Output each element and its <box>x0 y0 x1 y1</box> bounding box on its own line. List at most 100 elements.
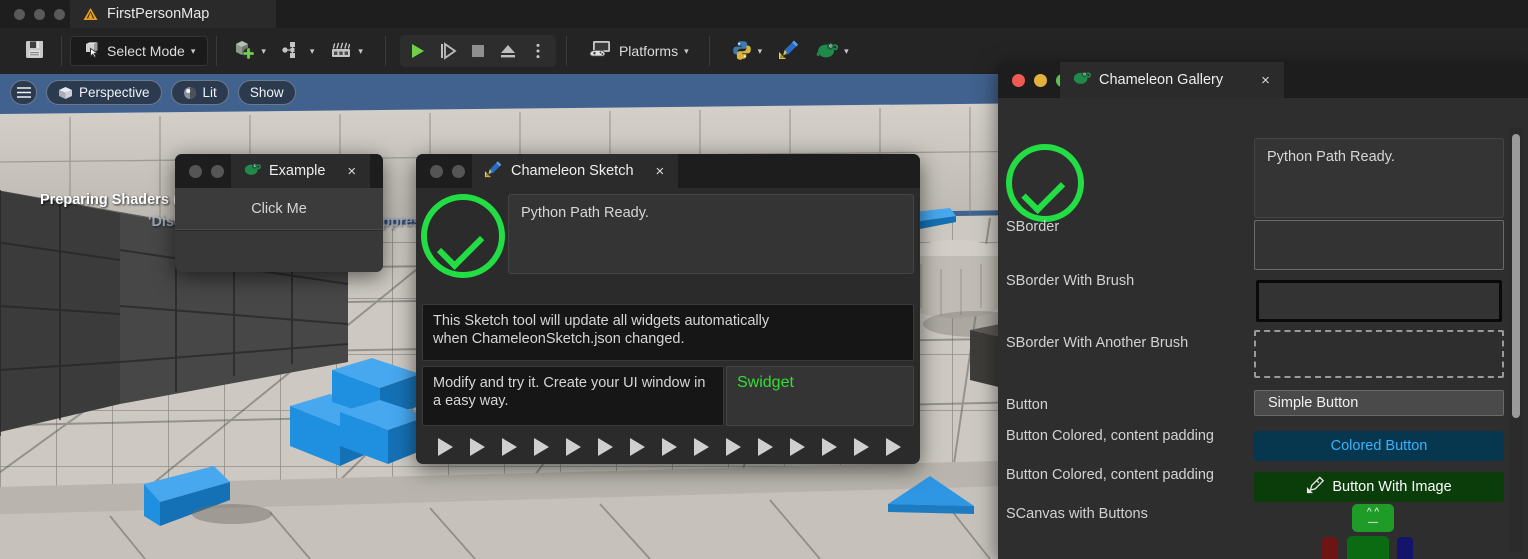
gallery-traffic-lights[interactable] <box>998 73 1069 87</box>
viewport-menu-button[interactable] <box>10 80 37 105</box>
chameleon-button[interactable]: ▾ <box>808 36 857 66</box>
add-actor-button[interactable]: ▾ <box>225 36 274 66</box>
play-triangle-icon[interactable] <box>598 438 613 456</box>
example-window-body: Click Me <box>175 188 383 272</box>
sketch-window-tab[interactable]: Chameleon Sketch × <box>472 154 679 188</box>
row-label-sborder: SBorder <box>1006 219 1060 235</box>
blueprints-icon <box>282 41 304 62</box>
example-window[interactable]: Example × Click Me <box>175 154 383 272</box>
stop-icon <box>471 45 484 57</box>
bordered-box-widget <box>1254 220 1504 270</box>
chevron-down-icon: ▾ <box>684 45 689 56</box>
triangle-row-1 <box>422 430 914 456</box>
play-triangle-icon[interactable] <box>758 438 773 456</box>
eject-button[interactable] <box>493 37 523 65</box>
platforms-gamepad-icon <box>589 40 613 62</box>
show-button[interactable]: Show <box>237 80 296 105</box>
perspective-button[interactable]: Perspective <box>46 80 162 105</box>
chameleon-gallery-window[interactable]: Chameleon Gallery × SBorder SBorder With… <box>998 62 1528 559</box>
example-window-tab[interactable]: Example × <box>231 154 371 188</box>
play-triangle-icon[interactable] <box>534 438 549 456</box>
maximize-dot[interactable] <box>211 164 224 178</box>
minimize-dot[interactable] <box>430 164 443 178</box>
gallery-window-tab[interactable]: Chameleon Gallery × <box>1060 62 1284 98</box>
step-forward-button[interactable] <box>433 37 463 65</box>
minimize-dot[interactable] <box>189 164 202 178</box>
tab-title: FirstPersonMap <box>107 6 210 22</box>
gallery-window-title-bar[interactable]: Chameleon Gallery × <box>998 62 1528 98</box>
play-triangle-icon[interactable] <box>630 438 645 456</box>
play-triangle-icon[interactable] <box>662 438 677 456</box>
close-dot[interactable] <box>1012 73 1025 87</box>
click-me-button[interactable]: Click Me <box>175 188 383 230</box>
example-window-title-bar[interactable]: Example × <box>175 154 383 188</box>
more-options-button[interactable] <box>523 37 553 65</box>
colored-button[interactable]: Colored Button <box>1254 431 1504 461</box>
chameleon-sketch-icon <box>484 160 503 183</box>
figure-left-arm-button[interactable] <box>1322 537 1338 559</box>
maximize-dot[interactable] <box>34 8 45 20</box>
play-triangle-icon[interactable] <box>694 438 709 456</box>
row-label-button: Button <box>1006 397 1048 413</box>
close-icon[interactable]: × <box>347 163 356 180</box>
chameleon-icon <box>243 161 261 182</box>
gallery-window-title: Chameleon Gallery <box>1099 72 1224 88</box>
app-title-bar: FirstPersonMap <box>0 0 1528 28</box>
perspective-cube-icon <box>59 86 72 99</box>
sketch-window-title-bar[interactable]: Chameleon Sketch × <box>416 154 920 188</box>
close-icon[interactable]: × <box>656 163 665 180</box>
description-text: This Sketch tool will update all widgets… <box>433 313 770 347</box>
play-triangle-icon[interactable] <box>470 438 485 456</box>
chameleon-sketch-button[interactable] <box>770 36 808 66</box>
lit-button[interactable]: Lit <box>170 80 229 105</box>
chevron-down-icon: ▾ <box>190 45 196 56</box>
platforms-button[interactable]: Platforms ▾ <box>581 36 697 66</box>
image-button[interactable]: Button With Image <box>1254 472 1504 502</box>
cinematics-button[interactable]: ▾ <box>322 36 371 66</box>
close-dot[interactable] <box>54 8 65 20</box>
maximize-dot[interactable] <box>452 164 465 178</box>
example-window-title: Example <box>269 163 326 179</box>
figure-head-button[interactable]: ^ ^ — <box>1352 504 1394 532</box>
eject-icon <box>500 45 515 58</box>
toolbar-divider-5 <box>708 36 710 66</box>
minimize-dot[interactable] <box>1034 73 1047 87</box>
minimize-dot[interactable] <box>14 8 25 20</box>
play-triangle-icon[interactable] <box>438 438 453 456</box>
play-triangle-icon[interactable] <box>566 438 581 456</box>
green-check-circle-icon <box>1006 144 1084 222</box>
close-icon[interactable]: × <box>1261 72 1270 89</box>
chameleon-sketch-window[interactable]: Chameleon Sketch × Python Path Ready. Th… <box>416 154 920 464</box>
chameleon-icon <box>1072 69 1091 91</box>
simple-button-label: Simple Button <box>1268 395 1359 411</box>
toolbar-divider <box>61 36 62 66</box>
play-icon <box>411 44 424 58</box>
level-tab[interactable]: FirstPersonMap <box>70 0 276 28</box>
swidget-label: Swidget <box>737 374 794 391</box>
select-mode-button[interactable]: Select Mode ▾ <box>70 36 209 66</box>
hint-left-text: Modify and try it. Create your UI window… <box>433 375 706 409</box>
play-triangle-icon[interactable] <box>502 438 517 456</box>
simple-button[interactable]: Simple Button <box>1254 390 1504 416</box>
status-text: Python Path Ready. <box>521 205 649 221</box>
chameleon-icon <box>816 40 839 63</box>
play-button[interactable] <box>403 37 433 65</box>
lit-sphere-icon <box>183 86 196 99</box>
play-triangle-icon[interactable] <box>822 438 837 456</box>
blueprints-button[interactable]: ▾ <box>274 36 323 66</box>
vertical-scrollbar-thumb[interactable] <box>1512 134 1520 418</box>
figure-body-button[interactable] <box>1347 536 1389 559</box>
window-traffic-lights[interactable] <box>8 0 65 28</box>
figure-right-arm-button[interactable] <box>1397 537 1413 559</box>
toolbar-divider-2 <box>216 36 218 66</box>
stop-button[interactable] <box>463 37 493 65</box>
save-button[interactable] <box>16 36 53 66</box>
play-triangle-icon[interactable] <box>726 438 741 456</box>
hint-left-panel: Modify and try it. Create your UI window… <box>422 366 724 426</box>
step-forward-icon <box>440 42 457 60</box>
chevron-down-icon: ▾ <box>261 45 266 56</box>
play-triangle-icon[interactable] <box>790 438 805 456</box>
python-button[interactable]: ▾ <box>724 36 771 66</box>
play-triangle-icon[interactable] <box>854 438 869 456</box>
play-triangle-icon[interactable] <box>886 438 901 456</box>
